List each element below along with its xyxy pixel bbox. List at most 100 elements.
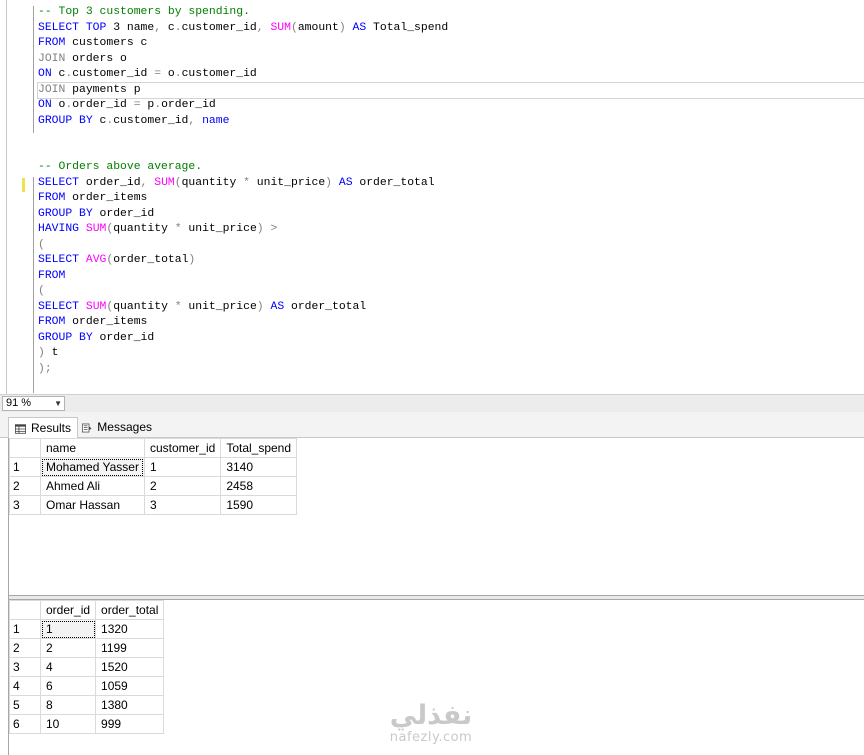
column-header[interactable]: order_id xyxy=(39,600,97,620)
sql-operator: ) xyxy=(338,21,346,34)
table-row[interactable]: 3 Omar Hassan 3 1590 xyxy=(9,495,298,515)
code-line[interactable]: FROM customers c xyxy=(38,36,864,52)
row-number[interactable]: 3 xyxy=(9,495,41,515)
row-number[interactable]: 2 xyxy=(9,476,41,496)
column-header[interactable]: customer_id xyxy=(143,438,222,458)
query-editor[interactable]: -- Top 3 customers by spending. SELECT TO… xyxy=(0,0,864,394)
outline-bracket-query-1 xyxy=(33,6,34,133)
grid-corner-cell[interactable] xyxy=(9,438,41,458)
code-line[interactable]: SELECT TOP 3 name, c.customer_id, SUM(am… xyxy=(38,21,864,37)
sql-text: unit_price xyxy=(181,223,257,235)
code-line[interactable]: FROM order_items xyxy=(38,315,864,331)
chevron-down-icon[interactable]: ▼ xyxy=(54,397,62,410)
table-row[interactable]: 5 8 1380 xyxy=(9,695,165,715)
code-line[interactable]: -- Orders above average. xyxy=(38,160,864,176)
sql-text: customers c xyxy=(65,37,148,49)
grid-corner-cell[interactable] xyxy=(9,600,41,620)
code-line[interactable]: ); xyxy=(38,362,864,378)
sql-text: 3 name xyxy=(106,21,155,34)
grid-cell[interactable]: 3140 xyxy=(220,457,298,477)
grid-cell[interactable]: 999 xyxy=(95,714,165,734)
code-line[interactable]: ) t xyxy=(38,346,864,362)
code-line[interactable]: ON c.customer_id = o.customer_id xyxy=(38,67,864,83)
grid-cell[interactable]: 1 xyxy=(39,619,97,639)
code-line[interactable]: -- Top 3 customers by spending. xyxy=(38,5,864,21)
code-line[interactable]: JOIN payments p xyxy=(37,81,864,99)
row-number[interactable]: 6 xyxy=(9,714,41,734)
sql-operator: ) xyxy=(325,176,333,189)
code-line[interactable]: ( xyxy=(38,238,864,254)
code-line[interactable]: GROUP BY order_id xyxy=(38,331,864,347)
grid-cell[interactable]: Omar Hassan xyxy=(40,495,145,515)
code-line[interactable] xyxy=(38,145,864,161)
zoom-select[interactable]: 91 % ▼ xyxy=(2,396,65,411)
code-line[interactable] xyxy=(38,129,864,145)
code-line[interactable]: ON o.order_id = p.order_id xyxy=(38,98,864,114)
grid-cell[interactable]: 1380 xyxy=(95,695,165,715)
grid-cell[interactable]: 1059 xyxy=(95,676,165,696)
tab-results[interactable]: Results xyxy=(8,417,78,439)
grid-cell[interactable]: 4 xyxy=(39,657,97,677)
sql-operator: ( xyxy=(38,285,45,297)
table-row[interactable]: 2 Ahmed Ali 2 2458 xyxy=(9,476,298,496)
grid-cell[interactable]: 2458 xyxy=(220,476,298,496)
row-number[interactable]: 1 xyxy=(9,619,41,639)
column-header[interactable]: name xyxy=(40,438,145,458)
row-number[interactable]: 4 xyxy=(9,676,41,696)
grid-cell[interactable]: 2 xyxy=(39,638,97,658)
grid-cell[interactable]: 1520 xyxy=(95,657,165,677)
code-line[interactable]: SELECT order_id, SUM(quantity * unit_pri… xyxy=(38,176,864,192)
sql-operator: . xyxy=(174,68,182,80)
grid-cell[interactable]: 8 xyxy=(39,695,97,715)
sql-keyword: SELECT xyxy=(38,300,80,313)
row-number[interactable]: 1 xyxy=(9,457,41,477)
column-header[interactable]: Total_spend xyxy=(220,438,298,458)
sql-text: order_total xyxy=(113,254,189,266)
grid-cell[interactable]: 10 xyxy=(39,714,97,734)
results-grid-1[interactable]: name customer_id Total_spend 1 Mohamed Yasse… xyxy=(9,438,298,515)
code-line[interactable]: SELECT AVG(order_total) xyxy=(38,253,864,269)
grid-cell[interactable]: Ahmed Ali xyxy=(40,476,145,496)
code-line[interactable]: SELECT SUM(quantity * unit_price) AS ord… xyxy=(38,300,864,316)
sql-text: quantity xyxy=(181,176,244,189)
grid-cell[interactable]: 1590 xyxy=(220,495,298,515)
code-line[interactable]: FROM xyxy=(38,269,864,285)
grid-cell[interactable]: 6 xyxy=(39,676,97,696)
table-row[interactable]: 3 4 1520 xyxy=(9,657,165,677)
sql-operator: > xyxy=(270,223,278,235)
grid-cell[interactable]: 2 xyxy=(143,476,222,496)
sql-text: order_id xyxy=(92,331,155,344)
sql-text: customer_id xyxy=(181,21,257,34)
sql-text: amount xyxy=(297,21,339,34)
row-number[interactable]: 3 xyxy=(9,657,41,677)
grid-cell[interactable]: 1 xyxy=(143,457,222,477)
code-line[interactable]: JOIN orders o xyxy=(38,52,864,68)
code-line[interactable]: GROUP BY order_id xyxy=(38,207,864,223)
table-row[interactable]: 6 10 999 xyxy=(9,714,165,734)
sql-text: customer_id xyxy=(72,68,155,80)
code-line[interactable]: GROUP BY c.customer_id, name xyxy=(38,114,864,130)
sql-text: payments p xyxy=(65,83,141,96)
table-row[interactable]: 1 1 1320 xyxy=(9,619,165,639)
grid-cell[interactable]: Mohamed Yasser xyxy=(40,457,145,477)
table-row[interactable]: 4 6 1059 xyxy=(9,676,165,696)
grid-cell[interactable]: 1199 xyxy=(95,638,165,658)
row-number[interactable]: 2 xyxy=(9,638,41,658)
code-line[interactable]: FROM order_items xyxy=(38,191,864,207)
code-line[interactable]: HAVING SUM(quantity * unit_price) > xyxy=(38,222,864,238)
grid-cell[interactable]: 1320 xyxy=(95,619,165,639)
sql-code[interactable]: -- Top 3 customers by spending. SELECT TO… xyxy=(37,5,864,378)
results-left-rail xyxy=(0,438,9,755)
column-header[interactable]: order_total xyxy=(95,600,165,620)
tab-messages[interactable]: Messages xyxy=(76,417,158,438)
results-grid-1-pane[interactable]: name customer_id Total_spend 1 Mohamed Yasse… xyxy=(9,438,864,596)
table-row[interactable]: 1 Mohamed Yasser 1 3140 xyxy=(9,457,298,477)
results-grid-2[interactable]: order_id order_total 1 1 1320 2 2 1199 3 4 1520 4 6 1… xyxy=(9,600,165,734)
table-row[interactable]: 2 2 1199 xyxy=(9,638,165,658)
code-line[interactable]: ( xyxy=(38,284,864,300)
sql-function: SUM xyxy=(154,176,175,189)
grid-cell[interactable]: 3 xyxy=(143,495,222,515)
sql-text: t xyxy=(44,347,59,359)
sql-keyword: GROUP BY xyxy=(38,114,93,127)
row-number[interactable]: 5 xyxy=(9,695,41,715)
